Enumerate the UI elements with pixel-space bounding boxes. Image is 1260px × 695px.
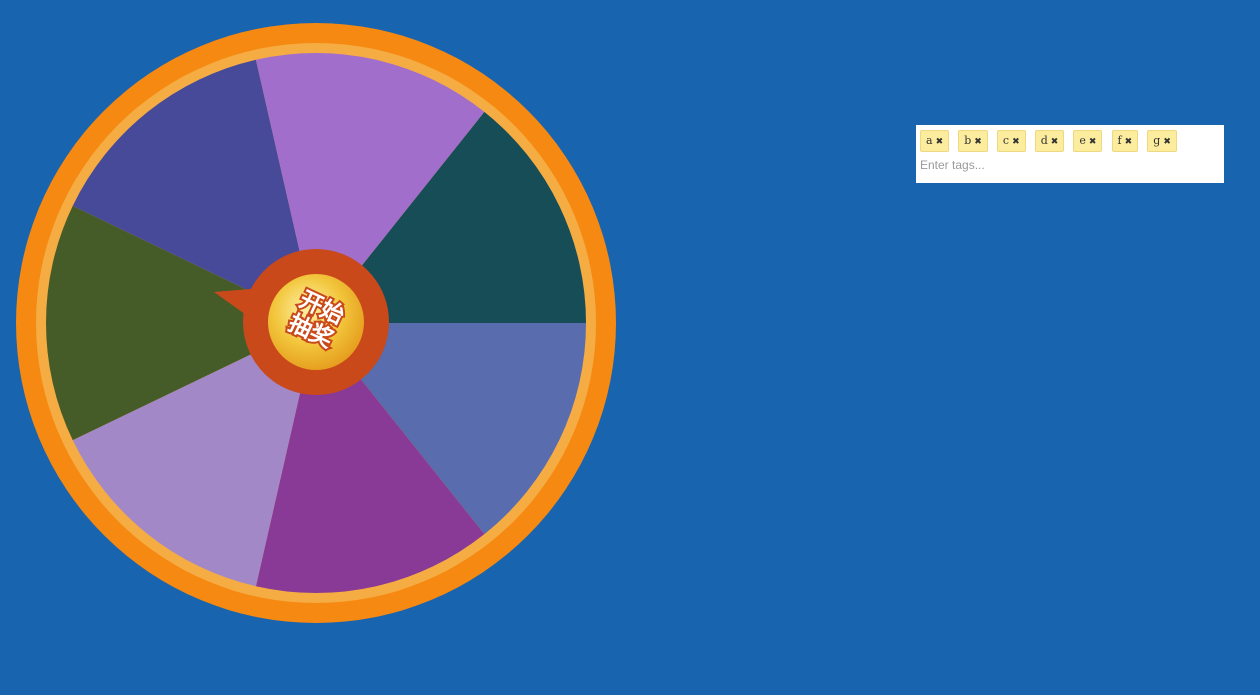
tag-list: a ✖ b ✖ c ✖ d ✖ e ✖ f ✖ g ✖	[920, 130, 1220, 154]
tag-item[interactable]: f ✖	[1111, 130, 1139, 152]
tag-remove-icon[interactable]: ✖	[1051, 137, 1059, 147]
tag-item[interactable]: a ✖	[920, 130, 950, 152]
tag-label: e	[1079, 134, 1086, 147]
tag-label: a	[926, 134, 933, 147]
tag-remove-icon[interactable]: ✖	[1163, 137, 1171, 147]
tag-label: c	[1002, 134, 1010, 147]
tag-label: g	[1153, 134, 1161, 147]
tag-remove-icon[interactable]: ✖	[974, 137, 982, 147]
prize-wheel-graphic: 开始 抽奖	[16, 23, 616, 623]
prize-wheel: 开始 抽奖	[0, 0, 640, 695]
tag-item[interactable]: b ✖	[958, 130, 988, 152]
tag-item[interactable]: e ✖	[1073, 130, 1103, 152]
tag-remove-icon[interactable]: ✖	[1125, 137, 1133, 147]
tag-label: f	[1117, 134, 1122, 147]
tag-item[interactable]: d ✖	[1034, 130, 1065, 152]
tag-item[interactable]: g ✖	[1147, 130, 1177, 152]
tag-label: d	[1040, 134, 1048, 147]
tags-input-box[interactable]: a ✖ b ✖ c ✖ d ✖ e ✖ f ✖ g ✖	[916, 125, 1224, 183]
tag-remove-icon[interactable]: ✖	[936, 137, 944, 147]
tag-entry-input[interactable]	[920, 158, 1210, 172]
tag-label: b	[964, 134, 972, 147]
tag-remove-icon[interactable]: ✖	[1089, 137, 1097, 147]
tag-remove-icon[interactable]: ✖	[1012, 137, 1020, 147]
tag-item[interactable]: c ✖	[996, 130, 1026, 152]
